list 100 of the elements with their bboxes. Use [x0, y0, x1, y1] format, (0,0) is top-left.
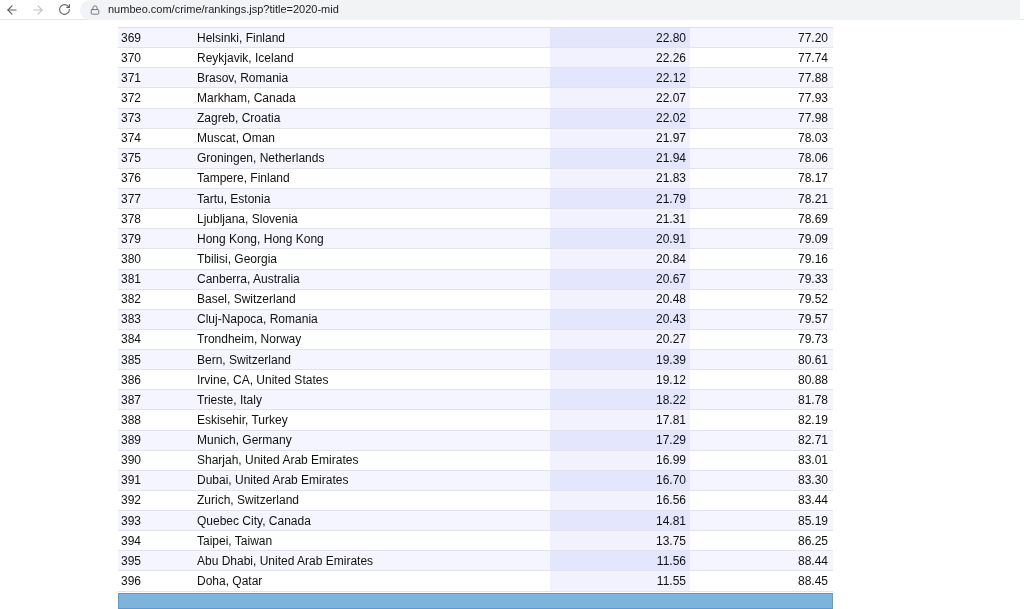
table-cell: 20.67	[550, 269, 690, 289]
table-cell-text: Dubai, United Arab Emirates	[197, 472, 350, 490]
table-cell: 16.70	[550, 470, 690, 490]
table-cell: 22.26	[550, 48, 690, 68]
table-cell: 17.29	[550, 430, 690, 450]
url-text: numbeo.com/crime/rankings.jsp?title=2020-mid	[108, 2, 339, 18]
table-cell-text: 83.01	[796, 452, 829, 470]
table-cell: 18.22	[550, 390, 690, 410]
table-cell-text: 387	[120, 391, 143, 409]
table-cell-text: 88.44	[796, 552, 829, 570]
table-cell-text: Reykjavik, Iceland	[197, 49, 295, 67]
table-cell: 20.91	[550, 229, 690, 249]
table-cell-text: Brasov, Romania	[197, 69, 290, 87]
table-cell-text: Tartu, Estonia	[197, 190, 272, 208]
table-cell: 22.02	[550, 108, 690, 128]
table-cell-text: 376	[120, 170, 143, 188]
table-cell: 19.39	[550, 350, 690, 370]
table-cell: 14.81	[550, 511, 690, 531]
table-cell-text: 85.19	[796, 512, 829, 530]
table-cell-text: 392	[120, 492, 143, 510]
table-cell: 22.12	[550, 68, 690, 88]
table-cell-text: 82.19	[796, 411, 829, 429]
table-cell-text: 77.74	[796, 49, 829, 67]
reload-button[interactable]	[56, 1, 72, 18]
table-cell: 20.84	[550, 249, 690, 269]
table-cell-text: 77.93	[796, 89, 829, 107]
table-cell-text: 379	[120, 230, 143, 248]
table-cell-text: 79.33	[796, 271, 829, 289]
table-cell-text: Quebec City, Canada	[197, 512, 312, 530]
table-cell-text: Ljubljana, Slovenia	[197, 210, 299, 228]
table-cell-text: 81.78	[796, 391, 829, 409]
table-cell-text: 391	[120, 472, 143, 490]
table-cell-text: 79.73	[796, 331, 829, 349]
table-cell-text: 388	[120, 411, 143, 429]
table-cell: 22.07	[550, 88, 690, 108]
table-cell-text: 77.88	[796, 69, 829, 87]
table-cell-text: 386	[120, 371, 143, 389]
table-cell: 13.75	[550, 531, 690, 551]
table-cell-text: Doha, Qatar	[197, 572, 264, 590]
table-cell-text: 80.88	[796, 371, 829, 389]
table-cell-text: Trieste, Italy	[197, 391, 263, 409]
table-cell-text: Canberra, Australia	[197, 271, 301, 289]
table-cell-text: 395	[120, 552, 143, 570]
table-cell-text: 374	[120, 130, 143, 148]
table-cell-text: 77.20	[796, 29, 829, 47]
table-cell-text: 79.16	[796, 250, 829, 268]
table-cell-text: Eskisehir, Turkey	[197, 411, 289, 429]
table-cell-text: 82.71	[796, 432, 829, 450]
table-cell: 19.12	[550, 370, 690, 390]
table-cell-text: Sharjah, United Arab Emirates	[197, 452, 360, 470]
table-cell-text: 370	[120, 49, 143, 67]
table-cell: 21.79	[550, 189, 690, 209]
table-cell-text: 383	[120, 311, 143, 329]
table-cell-text: 88.45	[796, 572, 829, 590]
table-cell-text: Zagreb, Croatia	[197, 110, 282, 128]
table-cell: 21.97	[550, 128, 690, 148]
table-cell-text: 86.25	[796, 532, 829, 550]
table-cell-text: 83.30	[796, 472, 829, 490]
table-cell-text: Hong Kong, Hong Kong	[197, 230, 325, 248]
address-bar[interactable]: numbeo.com/crime/rankings.jsp?title=2020-mid	[80, 0, 1020, 20]
table-cell-text: 378	[120, 210, 143, 228]
table-cell-text: 78.69	[796, 210, 829, 228]
lock-icon	[90, 4, 100, 15]
table-cell: 21.31	[550, 209, 690, 229]
table-cell-text: 77.98	[796, 110, 829, 128]
table-cell-text: 389	[120, 432, 143, 450]
table-cell-text: 79.57	[796, 311, 829, 329]
table-cell-text: 371	[120, 69, 143, 87]
table-cell-text: 372	[120, 89, 143, 107]
table-cell-text: 393	[120, 512, 143, 530]
table-cell-text: 78.06	[796, 150, 829, 168]
table-cell-text: 384	[120, 331, 143, 349]
table-cell-text: Trondheim, Norway	[197, 331, 303, 349]
table-cell-text: Zurich, Switzerland	[197, 492, 301, 510]
reload-icon	[57, 3, 71, 16]
table-cell-text: Groningen, Netherlands	[197, 150, 326, 168]
table-cell-text: 375	[120, 150, 143, 168]
table-cell-text: Munich, Germany	[197, 432, 293, 450]
table-cell: 20.43	[550, 309, 690, 329]
table-cell-text: 78.03	[796, 130, 829, 148]
table-cell: 17.81	[550, 410, 690, 430]
table-cell: 22.80	[550, 28, 690, 48]
table-cell-text: Markham, Canada	[197, 89, 297, 107]
table-cell: 16.99	[550, 450, 690, 470]
table-cell-text: 385	[120, 351, 143, 369]
table-cell-text: 78.21	[796, 190, 829, 208]
table-cell-text: 382	[120, 291, 143, 309]
table-cell-text: 390	[120, 452, 143, 470]
table-cell-text: Muscat, Oman	[197, 130, 277, 148]
table-cell-text: 377	[120, 190, 143, 208]
table-cell-text: 79.52	[796, 291, 829, 309]
table-cell-text: 396	[120, 572, 143, 590]
table-cell-text: 78.17	[796, 170, 829, 188]
table-cell: 20.27	[550, 329, 690, 349]
table-cell: 11.55	[550, 571, 690, 591]
table-cell-text: 369	[120, 29, 143, 47]
table-cell-text: Basel, Switzerland	[197, 291, 297, 309]
table-cell: 21.83	[550, 168, 690, 188]
table-cell-text: 79.09	[796, 230, 829, 248]
table-cell: 11.56	[550, 551, 690, 571]
